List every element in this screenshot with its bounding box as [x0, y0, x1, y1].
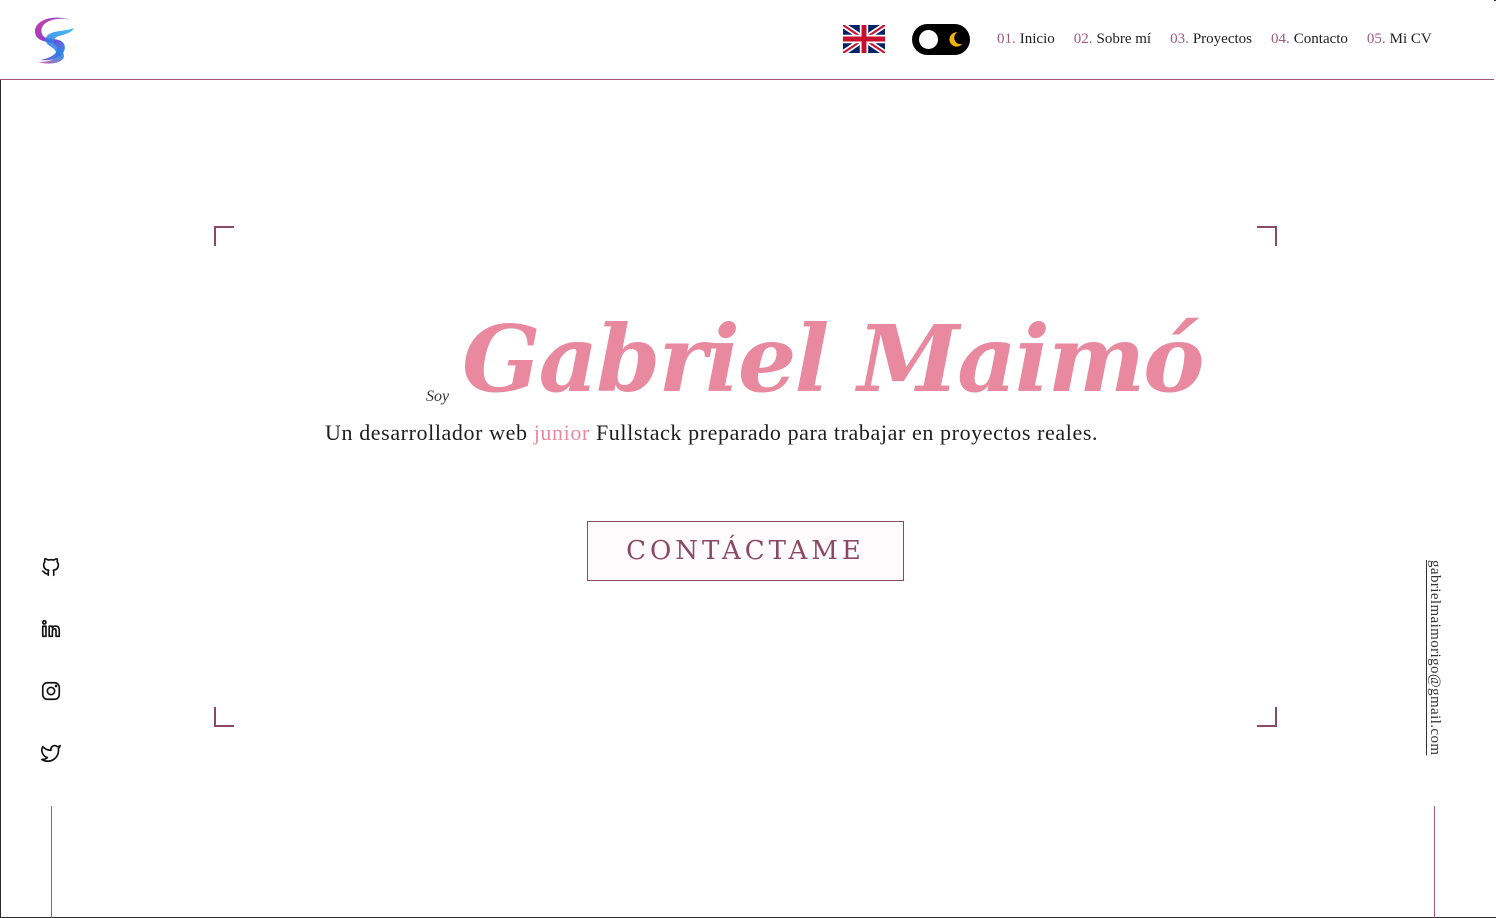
hero-name: Gabriel Maimó: [462, 305, 1205, 413]
nav-number: 05.: [1366, 31, 1386, 47]
top-header: 01. Inicio 02. Sobre mí 03. Proyectos 04. Co…: [0, 0, 1494, 80]
contact-button[interactable]: CONTÁCTAME: [587, 521, 904, 581]
nav-inicio[interactable]: 01. Inicio: [997, 31, 1055, 48]
tagline-accent: junior: [533, 420, 590, 445]
nav-number: 02.: [1073, 31, 1093, 47]
theme-toggle[interactable]: [912, 24, 970, 55]
corner-bottom-left: [214, 707, 234, 727]
instagram-icon[interactable]: [40, 680, 62, 702]
twitter-icon[interactable]: [40, 742, 62, 764]
nav-number: 04.: [1271, 31, 1290, 47]
right-divider-line: [1434, 806, 1435, 918]
hero-tagline: Un desarrollador web junior Fullstack pr…: [325, 420, 1185, 446]
page-frame: [0, 0, 1496, 918]
email-link[interactable]: gabrielmaimorigo@gmail.com: [1426, 560, 1443, 755]
nav-number: 03.: [1170, 31, 1189, 47]
nav-label: Inicio: [1019, 31, 1055, 47]
main-nav: 01. Inicio 02. Sobre mí 03. Proyectos 04. Co…: [997, 31, 1432, 48]
left-divider-line: [51, 806, 52, 918]
nav-label: Mi CV: [1389, 31, 1432, 47]
uk-flag-icon[interactable]: [843, 25, 885, 53]
toggle-knob: [919, 30, 938, 49]
nav-number: 01.: [997, 31, 1016, 47]
linkedin-icon[interactable]: [40, 618, 62, 640]
nav-sobre-mi[interactable]: 02. Sobre mí: [1074, 31, 1151, 48]
nav-contacto[interactable]: 04. Contacto: [1271, 31, 1348, 48]
github-icon[interactable]: [40, 556, 62, 578]
nav-label: Proyectos: [1192, 31, 1253, 47]
nav-label: Sobre mí: [1096, 31, 1152, 47]
nav-label: Contacto: [1293, 31, 1348, 47]
moon-icon: [949, 32, 963, 47]
hero-intro: Soy: [426, 388, 450, 405]
nav-proyectos[interactable]: 03. Proyectos: [1170, 31, 1252, 48]
corner-bottom-right: [1257, 707, 1277, 727]
corner-top-left: [214, 226, 234, 246]
tagline-end: Fullstack preparado para trabajar en pro…: [589, 420, 1099, 445]
logo-icon[interactable]: [30, 14, 78, 66]
tagline-start: Un desarrollador web: [325, 420, 534, 445]
corner-top-right: [1257, 226, 1277, 246]
nav-mi-cv[interactable]: 05. Mi CV: [1367, 31, 1432, 48]
